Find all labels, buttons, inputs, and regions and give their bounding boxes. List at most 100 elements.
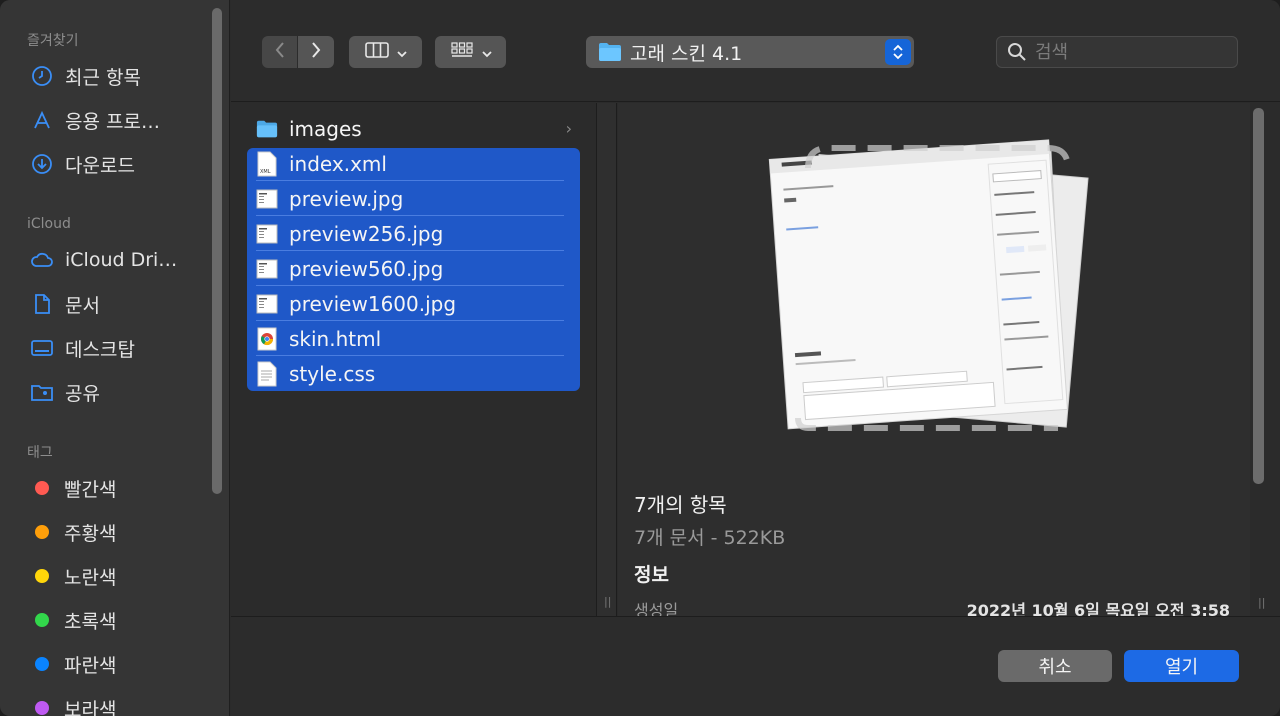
sidebar-item-label: 응용 프로… [65,110,160,133]
forward-button[interactable] [298,36,334,68]
chevron-down-icon [481,43,492,62]
list-item-file[interactable]: preview1600.jpg [256,286,572,321]
sidebar-tag-orange[interactable]: 주황색 [30,517,116,547]
chevron-right-icon [310,41,322,63]
tag-color-dot [35,613,49,627]
file-column: images › XML index.xml preview.jpg previ… [231,103,597,616]
image-file-icon [256,186,278,212]
sidebar-item-label: 문서 [65,294,100,317]
sidebar-item-label: 최근 항목 [65,66,141,89]
chevron-right-icon: › [565,119,572,138]
search-icon [1007,42,1027,62]
search-input[interactable] [1035,41,1215,63]
sidebar-item-icloud-drive[interactable]: iCloud Dri… [30,245,177,275]
open-button[interactable]: 열기 [1124,650,1239,682]
css-file-icon [256,361,278,387]
location-popup[interactable]: 고래 스킨 4.1 [586,36,914,68]
file-name: preview.jpg [289,186,404,211]
up-down-arrows-icon [885,39,911,65]
sidebar-item-desktop[interactable]: 데스크탑 [30,333,135,363]
preview-scrollbar[interactable] [1253,108,1264,484]
applications-icon [30,108,54,132]
sidebar-item-label: 데스크탑 [65,338,135,361]
tag-color-dot [35,701,49,715]
location-label: 고래 스킨 4.1 [630,42,743,65]
sidebar-tag-blue[interactable]: 파란색 [30,649,116,679]
document-icon [30,292,54,316]
image-file-icon [256,221,278,247]
list-item-file[interactable]: XML index.xml [256,146,572,181]
sidebar-section-favorites: 즐겨찾기 [27,33,79,49]
file-name: preview1600.jpg [289,291,457,316]
view-mode-button[interactable] [349,36,422,68]
list-item-file[interactable]: preview.jpg [256,181,572,216]
toolbar: 고래 스킨 4.1 [231,0,1280,102]
sidebar-tag-yellow[interactable]: 노란색 [30,561,116,591]
list-item-file[interactable]: style.css [256,356,572,391]
download-icon [30,152,54,176]
preview-title: 7개의 항목 [634,493,727,517]
clock-icon [30,64,54,88]
preview-subtitle: 7개 문서 - 522KB [634,527,786,549]
dialog-footer: 취소 열기 [231,616,1280,716]
image-file-icon [256,256,278,282]
sidebar-item-label: 빨간색 [64,478,117,501]
sidebar-item-downloads[interactable]: 다운로드 [30,149,135,179]
back-button[interactable] [262,36,297,68]
search-field[interactable] [996,36,1238,68]
chevron-down-icon [396,43,407,62]
sidebar-item-shared[interactable]: 공유 [30,377,100,407]
open-file-dialog: 즐겨찾기 최근 항목 응용 프로… 다운로드 iCloud iCloud Dri… [0,0,1280,716]
grid-icon [450,41,474,63]
sidebar-item-label: 주황색 [64,522,117,545]
tag-color-dot [35,525,49,539]
sidebar-item-documents[interactable]: 문서 [30,289,100,319]
sidebar-tag-purple[interactable]: 보라색 [30,693,116,716]
column-separator[interactable]: || [597,103,617,616]
sidebar-item-label: 보라색 [64,698,117,716]
image-file-icon [256,291,278,317]
folder-icon [256,116,278,142]
sidebar-item-label: 초록색 [64,610,117,633]
sidebar-item-label: 파란색 [64,654,117,677]
chrome-html-icon [256,326,278,352]
preview-thumbnail [768,128,1108,438]
list-item-file[interactable]: preview256.jpg [256,216,572,251]
file-name: preview256.jpg [289,221,444,246]
sidebar-item-recents[interactable]: 최근 항목 [30,61,141,91]
resize-grip-icon: || [604,595,612,608]
columns-view-icon [364,41,389,63]
sidebar-section-icloud: iCloud [27,216,71,232]
file-name: images [289,116,362,141]
stacked-documents-icon [768,139,1089,431]
sidebar-item-label: 노란색 [64,566,117,589]
cancel-button[interactable]: 취소 [998,650,1112,682]
sidebar-scrollbar[interactable] [212,8,222,494]
tag-color-dot [35,569,49,583]
sidebar-item-label: 다운로드 [65,154,135,177]
sidebar-section-tags: 태그 [27,445,53,461]
preview-panel: 7개의 항목 7개 문서 - 522KB 정보 생성일 2022년 10월 6일… [618,103,1250,620]
group-by-button[interactable] [435,36,506,68]
list-item-file[interactable]: preview560.jpg [256,251,572,286]
folder-icon [598,42,622,62]
xml-file-icon: XML [256,151,278,177]
sidebar-item-applications[interactable]: 응용 프로… [30,105,160,135]
preview-info-heading: 정보 [634,564,669,586]
file-name: skin.html [289,326,382,351]
list-item-folder[interactable]: images › [256,111,572,146]
sidebar-tag-green[interactable]: 초록색 [30,605,116,635]
sidebar-item-label: iCloud Dri… [65,249,178,271]
shared-folder-icon [30,380,54,404]
resize-grip-icon: || [1258,596,1266,609]
tag-color-dot [35,481,49,495]
file-name: style.css [289,361,376,386]
file-name: preview560.jpg [289,256,444,281]
sidebar-item-label: 공유 [65,382,100,405]
cloud-icon [30,248,54,272]
desktop-icon [30,336,54,360]
sidebar-tag-red[interactable]: 빨간색 [30,473,116,503]
list-item-file[interactable]: skin.html [256,321,572,356]
sidebar: 즐겨찾기 최근 항목 응용 프로… 다운로드 iCloud iCloud Dri… [0,0,230,716]
chevron-left-icon [274,41,286,63]
